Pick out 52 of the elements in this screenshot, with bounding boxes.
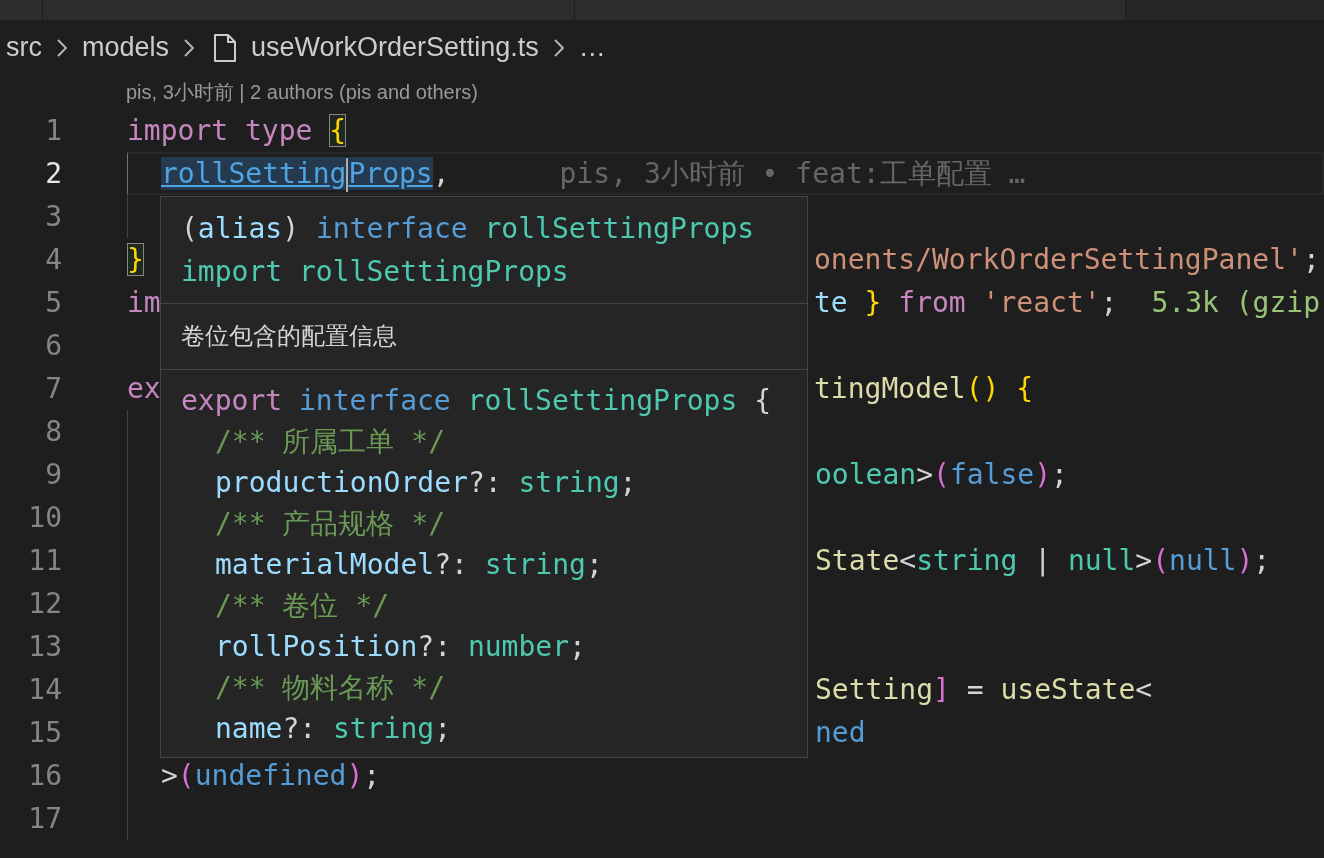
code-text: } [127,242,144,278]
chevron-right-icon [56,37,68,58]
code-text: te } from 'react'; [814,285,1118,321]
code-text: oolean>(false); [815,457,1068,493]
line-number: 5 [44,285,62,321]
hover-code-line: (alias) interface rollSettingProps [181,211,756,247]
hover-code-line: /** 物料名称 */ [214,670,446,706]
hover-code-line: /** 所属工单 */ [214,424,446,460]
line-number: 1 [44,113,62,149]
code-text: tingModel() { [814,371,1034,407]
line-number: 12 [27,586,62,622]
hover-code-line: name?: string; [214,711,453,747]
hover-code-line: /** 产品规格 */ [214,506,446,542]
line-number: 2 [44,156,62,192]
code-text: ned [815,715,866,751]
file-icon [213,32,238,63]
import-size-hint: 5.3k (gzip [1151,285,1321,321]
hover-code-line: productionOrder?: string; [214,465,638,501]
code-text: im [127,285,161,321]
breadcrumb-item[interactable]: … [578,32,606,63]
code-text: ex [127,371,161,407]
line-number: 10 [27,500,62,536]
breadcrumb-item[interactable]: useWorkOrderSetting.ts [251,32,539,63]
line-number: 4 [44,242,62,278]
line-number: 13 [27,629,62,665]
breadcrumb-item[interactable]: models [82,32,170,63]
doc-comment: 卷位包含的配置信息 [181,322,397,350]
line-number: 17 [27,801,62,837]
breadcrumb-item[interactable]: src [6,32,42,63]
line-number: 6 [44,328,62,364]
hover-code-line: export interface rollSettingProps { [181,383,773,419]
line-number: 16 [27,758,62,794]
blame-annotation: pis, 3小时前 • feat:工单配置 … [559,156,1026,192]
hover-code-line: materialModel?: string; [214,547,604,583]
code-text: Setting] = useState< [815,672,1153,708]
codelens-text[interactable]: pis, 3小时前 | 2 authors (pis and others) [0,75,1324,109]
code-text: >(undefined); [161,758,381,794]
line-number: 14 [27,672,62,708]
code-text: import type { [127,113,347,149]
chevron-right-icon [183,37,196,58]
hover-code-line: /** 卷位 */ [214,588,390,624]
line-number: 15 [27,715,62,751]
hover-code-line: rollPosition?: number; [214,629,587,665]
code-text: State<string | null>(null); [815,543,1271,579]
line-number: 3 [44,199,62,235]
code-text: onents/WorkOrderSettingPanel'; [814,242,1320,278]
line-number: 9 [44,457,62,493]
hover-code-line: import rollSettingProps [181,254,570,290]
line-number: 8 [44,414,62,450]
line-number: 11 [27,543,62,579]
line-number: 7 [44,371,62,407]
chevron-right-icon [552,37,565,58]
